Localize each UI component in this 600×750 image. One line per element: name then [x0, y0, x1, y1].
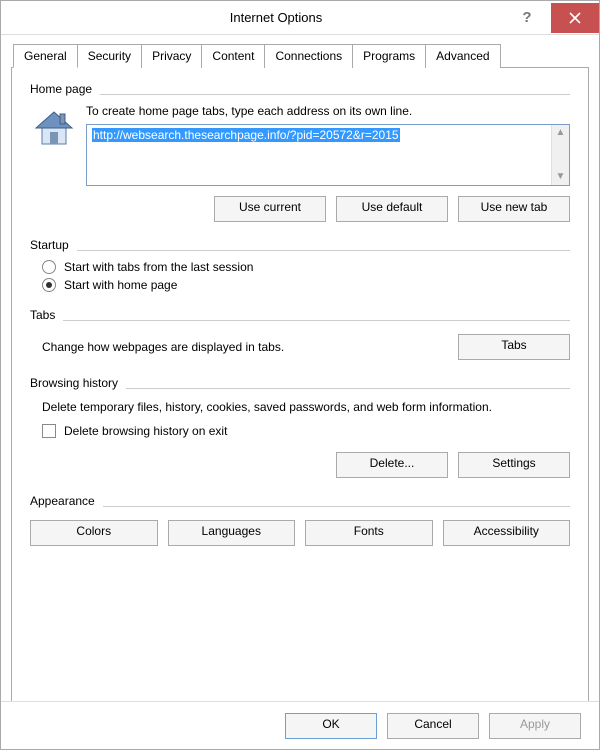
radio-last-session[interactable]: Start with tabs from the last session [42, 260, 570, 274]
languages-button[interactable]: Languages [168, 520, 296, 546]
use-new-tab-button[interactable]: Use new tab [458, 196, 570, 222]
radio-last-session-label: Start with tabs from the last session [64, 260, 253, 274]
cancel-button[interactable]: Cancel [387, 713, 479, 739]
tabstrip: General Security Privacy Content Connect… [11, 43, 589, 68]
tabs-section-title: Tabs [30, 308, 55, 322]
tabs-button[interactable]: Tabs [458, 334, 570, 360]
startup-section-title: Startup [30, 238, 69, 252]
radio-icon [42, 260, 56, 274]
homepage-value: http://websearch.thesearchpage.info/?pid… [92, 128, 400, 142]
appearance-section-title: Appearance [30, 494, 95, 508]
use-current-button[interactable]: Use current [214, 196, 326, 222]
tabs-desc: Change how webpages are displayed in tab… [42, 340, 438, 354]
close-button[interactable] [551, 3, 599, 33]
history-section-title: Browsing history [30, 376, 118, 390]
window-title: Internet Options [49, 10, 503, 25]
homepage-section-title: Home page [30, 82, 92, 96]
tab-general[interactable]: General [13, 44, 78, 68]
general-panel: Home page To create home page tabs, type [11, 68, 589, 718]
checkbox-icon [42, 424, 56, 438]
tab-content[interactable]: Content [201, 44, 265, 68]
use-default-button[interactable]: Use default [336, 196, 448, 222]
settings-button[interactable]: Settings [458, 452, 570, 478]
delete-on-exit-checkbox[interactable]: Delete browsing history on exit [42, 424, 570, 438]
colors-button[interactable]: Colors [30, 520, 158, 546]
tab-security[interactable]: Security [77, 44, 142, 68]
home-icon [30, 104, 74, 148]
tab-privacy[interactable]: Privacy [141, 44, 202, 68]
radio-icon [42, 278, 56, 292]
delete-button[interactable]: Delete... [336, 452, 448, 478]
tab-advanced[interactable]: Advanced [425, 44, 500, 68]
radio-home-page[interactable]: Start with home page [42, 278, 570, 292]
history-desc: Delete temporary files, history, cookies… [42, 400, 570, 414]
radio-home-page-label: Start with home page [64, 278, 177, 292]
homepage-desc: To create home page tabs, type each addr… [86, 104, 570, 118]
fonts-button[interactable]: Fonts [305, 520, 433, 546]
accessibility-button[interactable]: Accessibility [443, 520, 571, 546]
chevron-up-icon[interactable]: ▲ [556, 128, 566, 138]
scrollbar[interactable]: ▲ ▼ [551, 125, 569, 185]
ok-button[interactable]: OK [285, 713, 377, 739]
dialog-footer: OK Cancel Apply [1, 701, 599, 749]
internet-options-dialog: Internet Options ? General Security Priv… [0, 0, 600, 750]
help-button[interactable]: ? [503, 3, 551, 33]
titlebar: Internet Options ? [1, 1, 599, 35]
chevron-down-icon[interactable]: ▼ [556, 172, 566, 182]
delete-on-exit-label: Delete browsing history on exit [64, 424, 227, 438]
tab-programs[interactable]: Programs [352, 44, 426, 68]
apply-button[interactable]: Apply [489, 713, 581, 739]
homepage-input[interactable]: http://websearch.thesearchpage.info/?pid… [86, 124, 570, 186]
tab-connections[interactable]: Connections [264, 44, 353, 68]
